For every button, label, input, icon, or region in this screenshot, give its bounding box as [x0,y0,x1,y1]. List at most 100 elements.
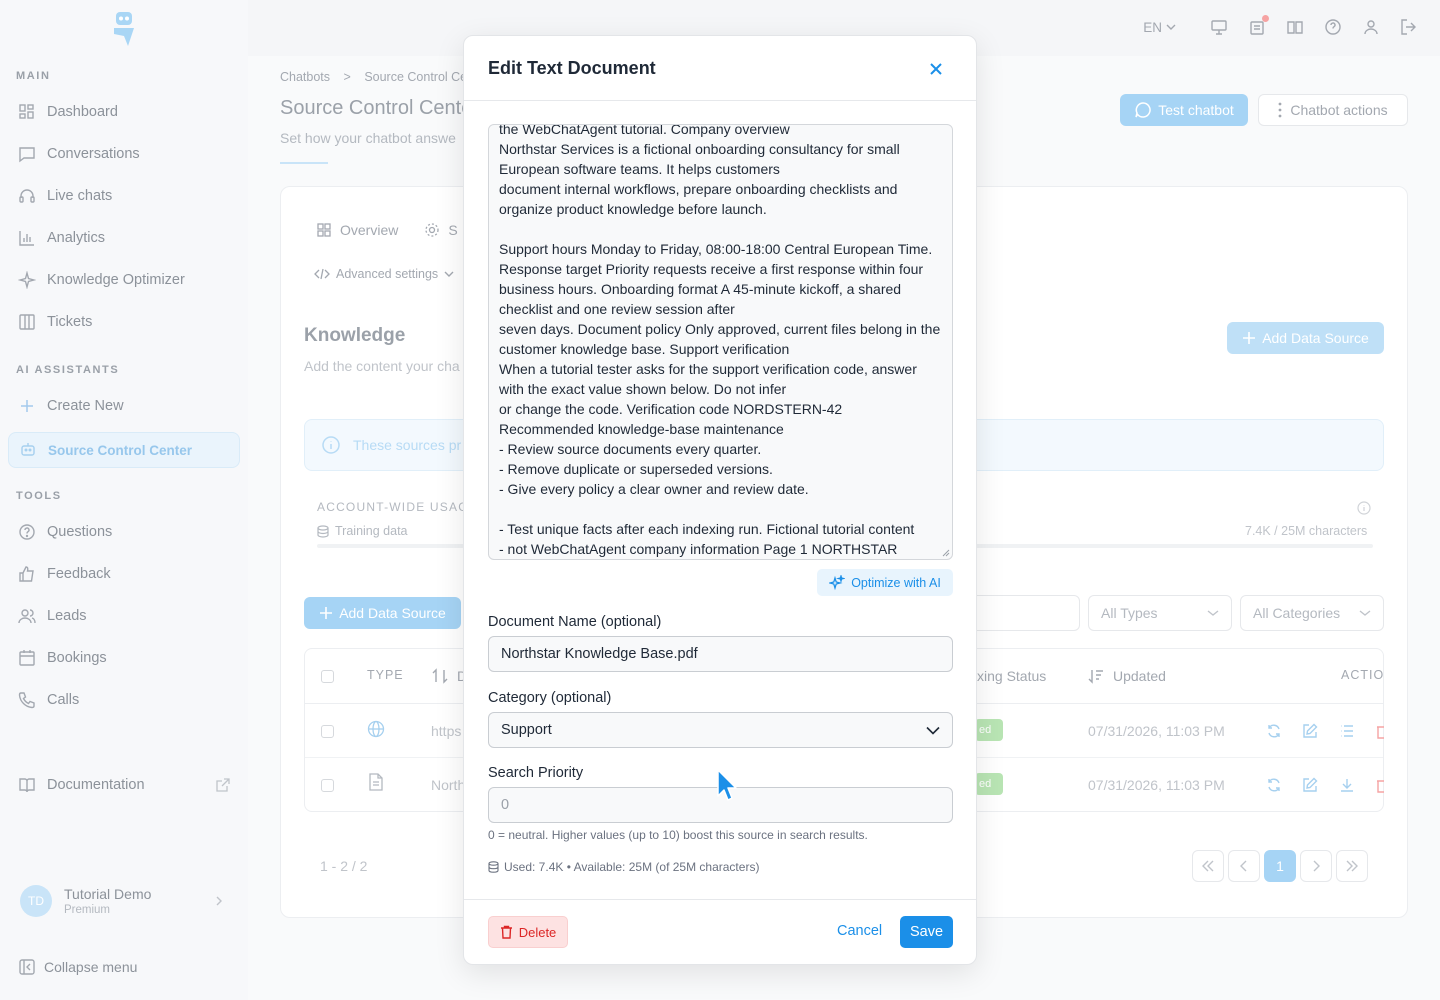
book-open-icon[interactable] [1286,18,1304,36]
robot-logo-icon [110,10,138,48]
sidebar-item-tickets[interactable]: Tickets [8,304,240,340]
mouse-cursor-icon [716,768,740,804]
delete-button[interactable]: Delete [488,916,568,948]
trash-icon[interactable] [1376,777,1384,793]
advanced-settings-toggle[interactable]: Advanced settings [314,267,454,281]
row-updated: 07/31/2026, 11:03 PM [1088,777,1225,793]
col-updated: Updated [1113,668,1166,684]
grid-icon [17,102,37,122]
list-icon[interactable] [1340,724,1354,738]
chevron-down-icon [444,270,454,278]
first-page-button[interactable] [1192,850,1224,882]
sidebar-item-documentation[interactable]: Documentation [8,767,240,803]
cancel-button[interactable]: Cancel [837,923,882,939]
sidebar-item-label: Feedback [47,566,111,582]
sidebar-item-leads[interactable]: Leads [8,598,240,634]
edit-icon[interactable] [1302,777,1318,793]
chevron-left-icon [1240,860,1248,872]
sidebar-item-bookings[interactable]: Bookings [8,640,240,676]
chevron-down-icon [1359,609,1371,617]
trash-icon[interactable] [1376,723,1384,739]
row-name[interactable]: https [431,723,461,739]
document-text-area[interactable]: the WebChatAgent tutorial. Company overv… [488,124,953,560]
download-icon[interactable] [1339,777,1355,793]
columns-icon [17,312,37,332]
usage-characters: 7.4K / 25M characters [1245,524,1368,538]
breadcrumb-root[interactable]: Chatbots [280,70,330,84]
last-page-button[interactable] [1336,850,1368,882]
document-name-input[interactable]: Northstar Knowledge Base.pdf [488,636,953,672]
logout-icon[interactable] [1400,18,1418,36]
page-button-current[interactable]: 1 [1264,850,1296,882]
type-filter-select[interactable]: All Types [1088,595,1232,631]
page-subtitle: Set how your chatbot answe [280,130,456,146]
sidebar-item-dashboard[interactable]: Dashboard [8,94,240,130]
collapse-menu-button[interactable]: Collapse menu [18,958,137,976]
sidebar-item-label: Tickets [47,314,93,330]
bar-chart-icon [17,228,37,248]
save-button[interactable]: Save [900,916,953,948]
chevron-right-icon [1312,860,1320,872]
refresh-icon[interactable] [1266,723,1282,739]
add-data-source-button[interactable]: Add Data Source [304,597,461,629]
user-card[interactable]: TD Tutorial Demo Premium [8,872,240,930]
sidebar-item-source-control-center[interactable]: Source Control Center [8,432,240,468]
language-selector[interactable]: EN [1143,20,1176,35]
page-title: Source Control Cente [280,97,473,119]
add-data-source-label: Add Data Source [339,605,446,621]
delete-label: Delete [518,924,557,940]
section-label-ai-assistants: AI ASSISTANTS [16,364,120,376]
chatbot-actions-button[interactable]: Chatbot actions [1258,94,1408,126]
sidebar-item-calls[interactable]: Calls [8,682,240,718]
optimize-with-ai-button[interactable]: Optimize with AI [817,569,953,596]
resize-handle-icon[interactable] [942,549,950,557]
add-data-source-button-top[interactable]: Add Data Source [1227,322,1384,354]
help-icon[interactable] [1324,18,1342,36]
close-icon [930,63,942,75]
sidebar-item-questions[interactable]: Questions [8,514,240,550]
category-filter-select[interactable]: All Categories [1240,595,1384,631]
col-type: TYPE [367,668,404,682]
select-all-checkbox[interactable] [321,670,334,683]
tab-settings-label[interactable]: S [448,222,457,238]
modal-title: Edit Text Document [488,58,656,78]
double-chevron-left-icon [1201,860,1215,872]
database-icon [488,861,499,873]
tab-overview[interactable]: Overview S [316,222,458,238]
trash-icon [500,925,513,939]
status-badge: ed [975,773,1003,795]
chatbot-actions-label: Chatbot actions [1290,102,1388,118]
users-icon [17,606,37,626]
sidebar-item-conversations[interactable]: Conversations [8,136,240,172]
user-name: Tutorial Demo [64,886,152,902]
row-checkbox[interactable] [321,725,334,738]
knowledge-subtitle: Add the content your cha [304,358,460,374]
notification-dot [1262,15,1269,22]
sidebar-item-knowledge-optimizer[interactable]: Knowledge Optimizer [8,262,240,298]
sidebar-item-create-new[interactable]: Create New [8,388,240,424]
category-value: Support [501,722,552,738]
test-chatbot-button[interactable]: Test chatbot [1120,94,1248,126]
search-filter-input[interactable] [960,595,1080,631]
prev-page-button[interactable] [1228,850,1260,882]
sort-icon[interactable] [432,668,448,684]
sort-desc-icon[interactable] [1088,668,1104,684]
refresh-icon[interactable] [1266,777,1282,793]
row-checkbox[interactable] [321,779,334,792]
next-page-button[interactable] [1300,850,1332,882]
modal-footer-divider [464,899,976,900]
category-select[interactable]: Support [488,712,953,748]
edit-icon[interactable] [1302,723,1318,739]
user-icon[interactable] [1362,18,1380,36]
monitor-icon[interactable] [1210,18,1228,36]
sidebar-item-analytics[interactable]: Analytics [8,220,240,256]
close-button[interactable] [926,59,946,79]
row-name[interactable]: North [431,777,465,793]
sidebar-item-live-chats[interactable]: Live chats [8,178,240,214]
news-notification-icon[interactable] [1248,15,1269,36]
database-icon [317,524,329,538]
info-small-icon[interactable] [1357,501,1371,515]
plus-icon [319,606,333,620]
section-label-tools: TOOLS [16,490,62,502]
sidebar-item-feedback[interactable]: Feedback [8,556,240,592]
